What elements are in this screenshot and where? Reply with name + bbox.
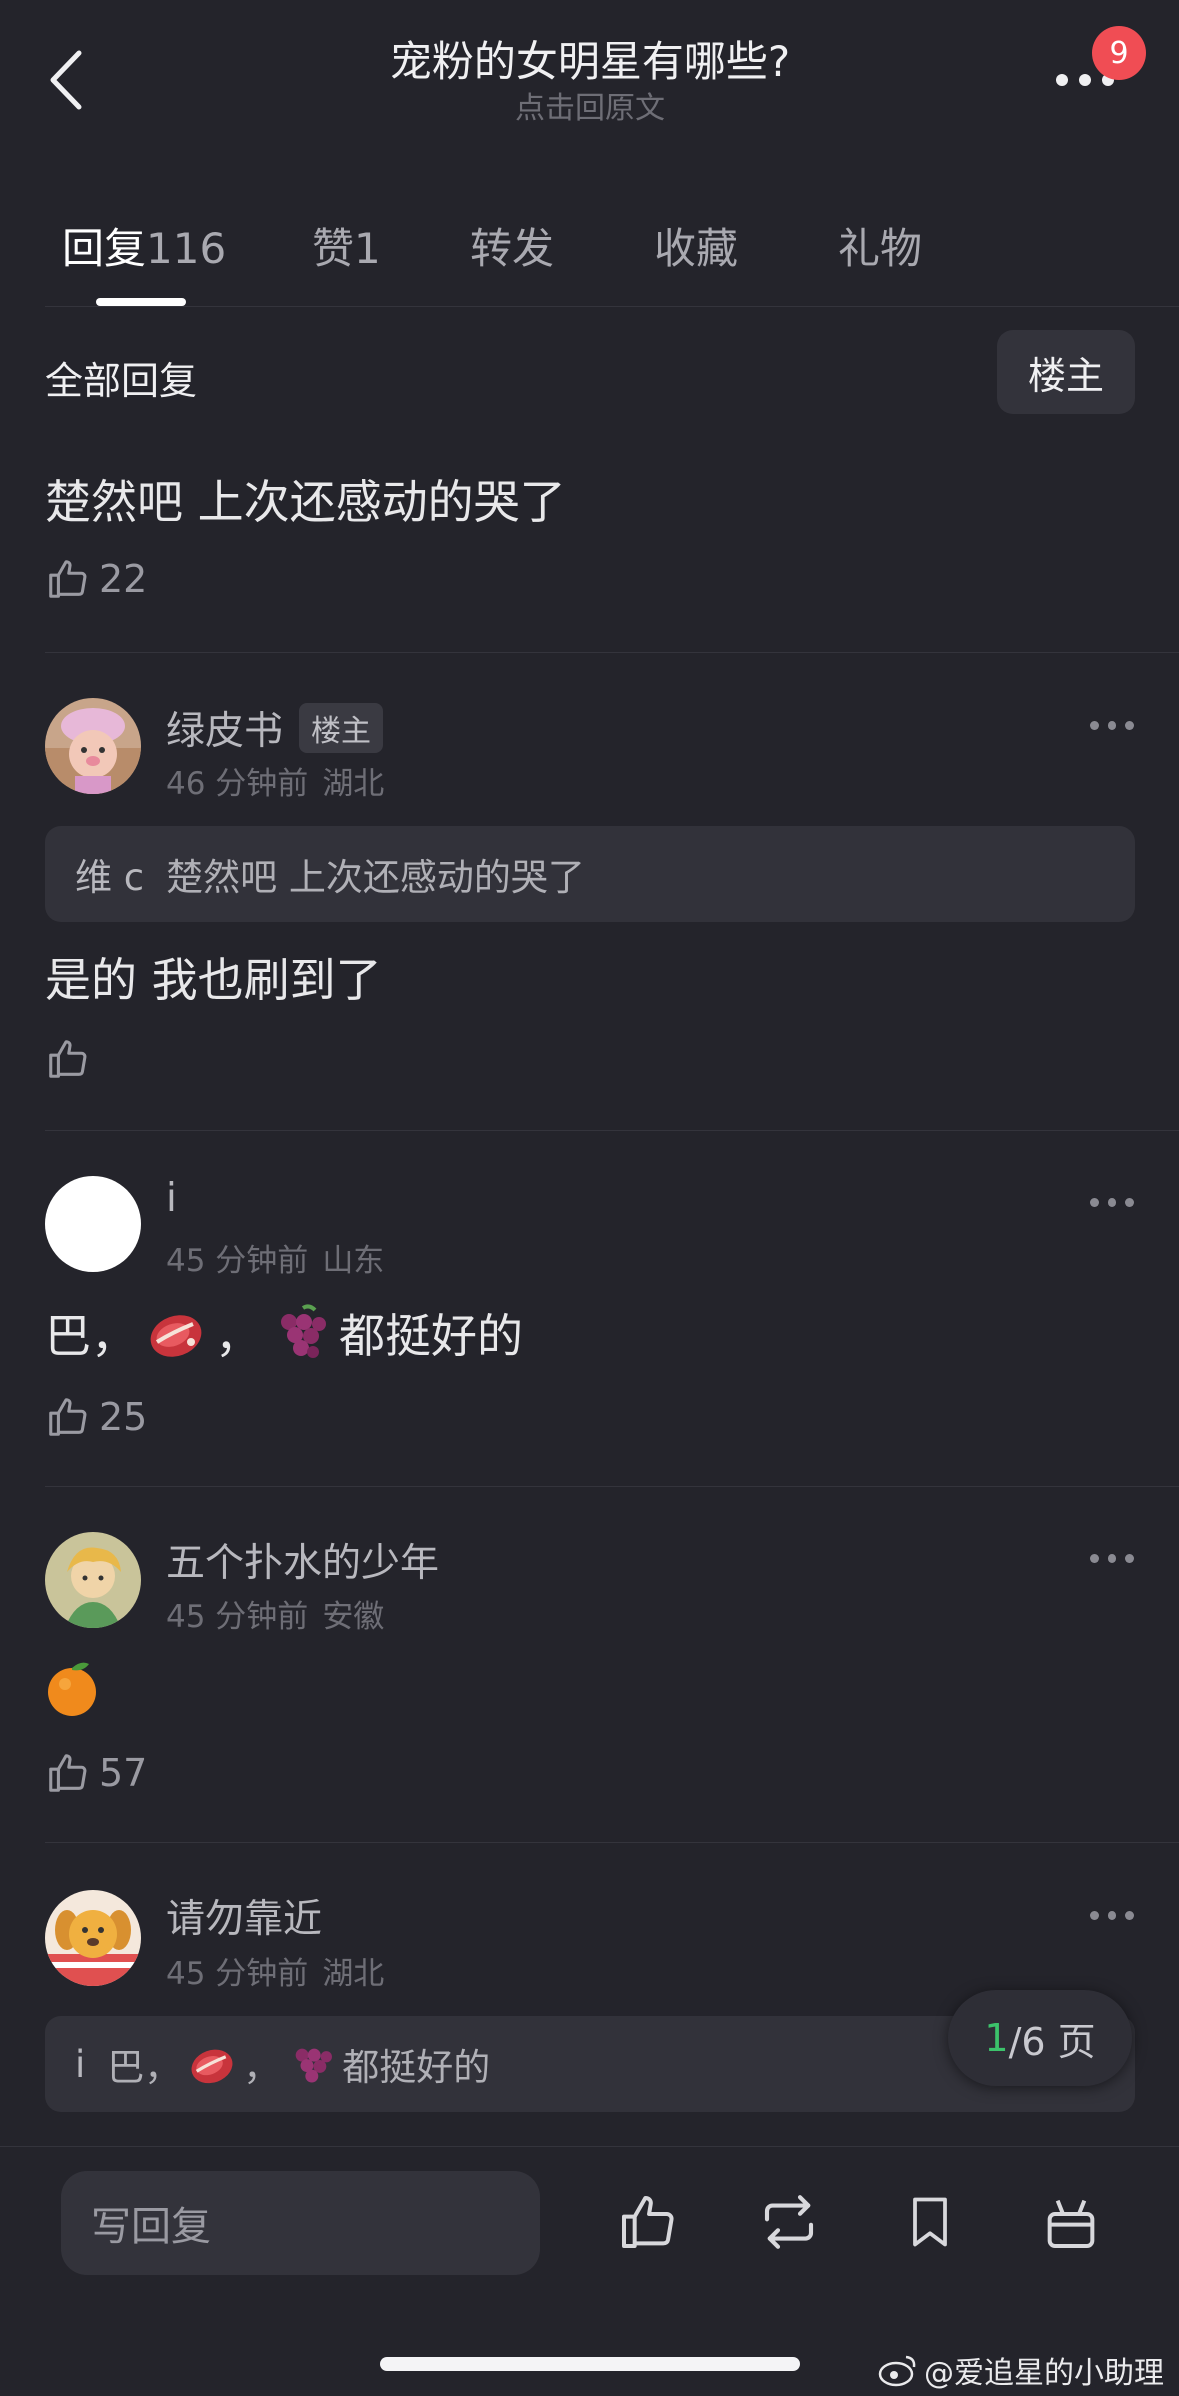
username[interactable]: 请勿靠近 <box>166 1888 322 1944</box>
username[interactable]: 绿皮书 楼主 <box>166 700 384 756</box>
divider <box>45 652 1179 653</box>
thumbs-up-icon <box>49 560 87 598</box>
comment-text: 巴， ， 都挺好的 <box>45 1300 523 1366</box>
quoted-reply[interactable]: 维 c 楚然吧 上次还感动的哭了 <box>45 826 1135 922</box>
weibo-logo-icon <box>878 2355 916 2387</box>
like-icon[interactable] <box>613 2187 683 2257</box>
thumbs-up-icon <box>49 1754 87 1792</box>
page-title: 宠粉的女明星有哪些? <box>389 37 791 86</box>
header-title-area[interactable]: 宠粉的女明星有哪些? 点击回原文 <box>200 36 980 128</box>
root-comment-text: 楚然吧 上次还感动的哭了 <box>45 475 566 529</box>
thumbs-up-icon <box>49 1040 87 1078</box>
tab-reposts[interactable]: 转发 <box>470 215 554 276</box>
home-indicator <box>380 2357 800 2371</box>
reply-input[interactable]: 写回复 <box>61 2171 540 2275</box>
active-tab-indicator <box>96 298 186 306</box>
grapes-emoji <box>295 2048 333 2083</box>
username[interactable]: i <box>166 1176 177 1221</box>
like-count: 22 <box>99 557 148 601</box>
chevron-left-icon <box>50 50 82 110</box>
back-button[interactable] <box>40 45 90 115</box>
all-replies-title: 全部回复 <box>45 359 198 403</box>
comment-more-button[interactable] <box>1090 718 1135 732</box>
repost-icon[interactable] <box>754 2187 824 2257</box>
orange-emoji <box>48 1662 96 1716</box>
thumbs-up-icon <box>49 1398 87 1436</box>
bookmark-icon[interactable] <box>895 2187 965 2257</box>
header: 宠粉的女明星有哪些? 点击回原文 9 <box>0 0 1179 150</box>
divider <box>45 1486 1179 1487</box>
comment-meta: 46 分钟前 湖北 <box>166 766 385 802</box>
like-button[interactable]: 22 <box>45 556 147 602</box>
watermark: @爱追星的小助理 <box>878 2348 1164 2392</box>
divider <box>45 306 1179 307</box>
divider <box>45 1130 1179 1131</box>
grapes-emoji <box>281 1304 326 1358</box>
meat-emoji <box>150 1315 202 1357</box>
avatar[interactable] <box>45 1890 141 1986</box>
avatar[interactable] <box>45 1176 141 1272</box>
like-count: 25 <box>99 1395 148 1439</box>
comment-meta: 45 分钟前 山东 <box>166 1243 385 1279</box>
comment-meta: 45 分钟前 安徽 <box>166 1599 385 1635</box>
avatar[interactable] <box>45 698 141 794</box>
like-button[interactable]: 25 <box>45 1394 147 1440</box>
comment-meta: 45 分钟前 湖北 <box>166 1956 385 1992</box>
comment-more-button[interactable] <box>1090 1551 1135 1565</box>
notification-badge: 9 <box>1092 26 1146 80</box>
op-tag: 楼主 <box>299 703 384 753</box>
page-indicator[interactable]: 1/6 页 <box>948 1990 1132 2086</box>
like-button[interactable]: 57 <box>45 1750 147 1796</box>
comment-text: 是的 我也刷到了 <box>45 953 382 1007</box>
avatar[interactable] <box>45 1532 141 1628</box>
op-only-button[interactable]: 楼主 <box>997 330 1135 414</box>
tab-likes[interactable]: 赞1 <box>312 215 381 276</box>
username[interactable]: 五个扑水的少年 <box>166 1532 439 1588</box>
tab-gifts[interactable]: 礼物 <box>838 215 922 276</box>
gift-icon[interactable] <box>1036 2187 1106 2257</box>
like-button[interactable] <box>45 1036 99 1082</box>
tab-favorites[interactable]: 收藏 <box>654 215 738 276</box>
comment-more-button[interactable] <box>1090 1908 1135 1922</box>
tab-replies[interactable]: 回复116 <box>62 215 226 276</box>
like-count: 57 <box>99 1751 148 1795</box>
back-to-original-link[interactable]: 点击回原文 <box>200 90 980 128</box>
filter-row: 全部回复 楼主 <box>0 330 1179 420</box>
more-dot-icon <box>1056 74 1068 86</box>
tab-bar: 回复116 赞1 转发 收藏 礼物 <box>0 205 1179 306</box>
comment-text <box>45 1656 99 1718</box>
more-dot-icon <box>1079 74 1091 86</box>
comment-more-button[interactable] <box>1090 1195 1135 1209</box>
screen: 宠粉的女明星有哪些? 点击回原文 9 回复116 赞1 转发 收藏 礼物 全部回… <box>0 0 1179 2396</box>
meat-emoji <box>191 2049 233 2084</box>
divider <box>45 1842 1179 1843</box>
